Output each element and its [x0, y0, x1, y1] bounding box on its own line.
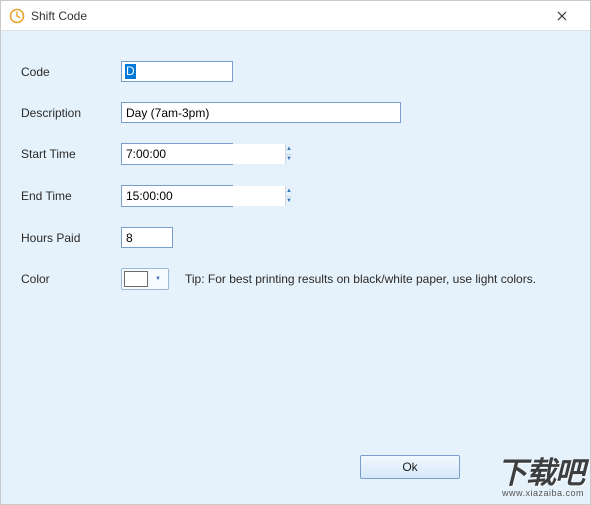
- hours-paid-label: Hours Paid: [21, 231, 121, 245]
- end-time-spinner[interactable]: ▲ ▼: [121, 185, 233, 207]
- clock-icon: [9, 8, 25, 24]
- color-tip: Tip: For best printing results on black/…: [185, 272, 536, 286]
- window-title: Shift Code: [31, 9, 87, 23]
- description-input[interactable]: [121, 102, 401, 123]
- end-time-label: End Time: [21, 189, 121, 203]
- hours-paid-input[interactable]: [121, 227, 173, 248]
- color-label: Color: [21, 272, 121, 286]
- dialog-window: Shift Code Code D Description Start Time: [0, 0, 591, 505]
- button-row: Ok Cancel: [350, 455, 570, 479]
- close-icon: [557, 11, 567, 21]
- watermark-url: www.xiazaiba.com: [497, 488, 584, 498]
- chevron-down-icon[interactable]: ▼: [150, 271, 166, 287]
- ok-button[interactable]: Ok: [360, 455, 460, 479]
- color-picker[interactable]: ▼: [121, 268, 169, 290]
- start-time-label: Start Time: [21, 147, 121, 161]
- spinner-down-icon[interactable]: ▼: [286, 155, 292, 165]
- start-time-input[interactable]: [122, 144, 285, 164]
- start-time-spinner[interactable]: ▲ ▼: [121, 143, 233, 165]
- code-label: Code: [21, 65, 121, 79]
- description-label: Description: [21, 106, 121, 120]
- spinner-up-icon[interactable]: ▲: [286, 144, 292, 155]
- spinner-down-icon[interactable]: ▼: [286, 197, 292, 207]
- code-input[interactable]: [121, 61, 233, 82]
- titlebar: Shift Code: [1, 1, 590, 31]
- dialog-body: Code D Description Start Time ▲ ▼ End Ti…: [1, 31, 590, 504]
- close-button[interactable]: [542, 2, 582, 30]
- spinner-up-icon[interactable]: ▲: [286, 186, 292, 197]
- color-swatch: [124, 271, 148, 287]
- end-time-input[interactable]: [122, 186, 285, 206]
